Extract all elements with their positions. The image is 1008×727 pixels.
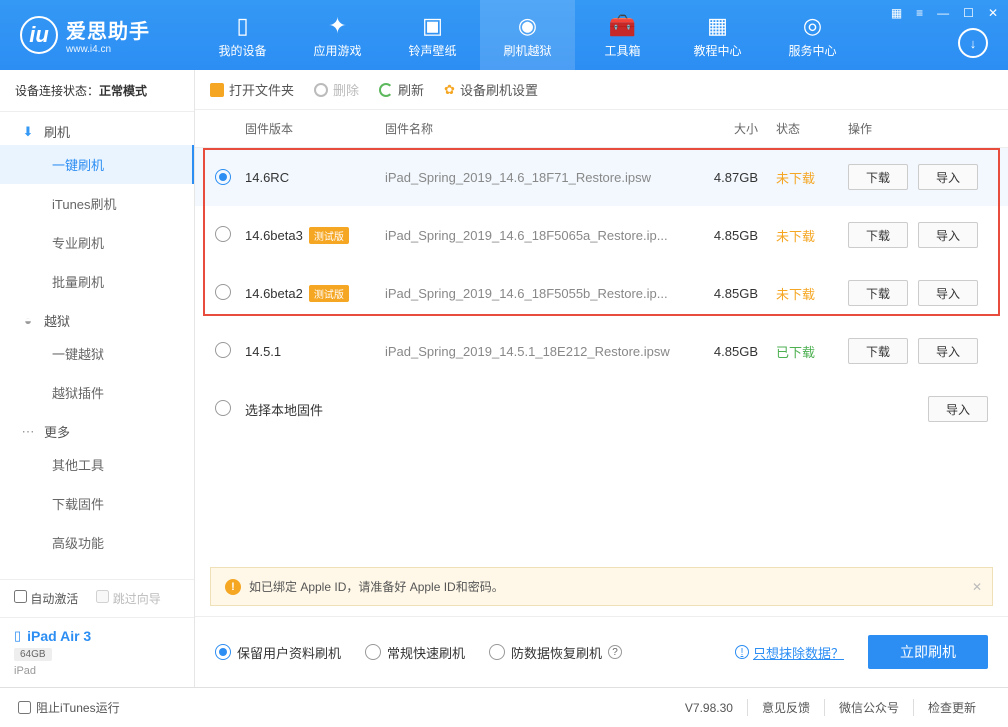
toolbox-icon: 🧰	[609, 12, 636, 40]
row-radio[interactable]	[215, 169, 231, 185]
book-icon: ▦	[707, 12, 728, 40]
nav-ringtones[interactable]: ▣铃声壁纸	[385, 0, 480, 70]
refresh-button[interactable]: 刷新	[379, 80, 424, 99]
version-label: V7.98.30	[671, 701, 747, 715]
folder-icon	[210, 83, 224, 97]
row-radio[interactable]	[215, 284, 231, 300]
opt-keep-data[interactable]: 保留用户资料刷机	[215, 643, 341, 662]
table-row[interactable]: 14.6beta3测试版 iPad_Spring_2019_14.6_18F50…	[195, 206, 1008, 264]
beta-badge: 测试版	[309, 227, 349, 244]
app-name: 爱思助手	[66, 15, 150, 44]
opt-anti-recovery[interactable]: 防数据恢复刷机?	[489, 643, 622, 662]
tablet-icon: ▯	[14, 628, 21, 644]
nav-service[interactable]: ◎服务中心	[765, 0, 860, 70]
beta-badge: 测试版	[309, 285, 349, 302]
sidebar-item-other-tools[interactable]: 其他工具	[0, 445, 194, 484]
sidebar-group-flash[interactable]: ⬇刷机	[0, 112, 194, 145]
music-icon: ▣	[422, 12, 443, 40]
wechat-link[interactable]: 微信公众号	[824, 699, 913, 716]
appstore-icon: ✦	[328, 12, 346, 40]
table-header: 固件版本 固件名称 大小 状态 操作	[195, 110, 1008, 148]
import-button[interactable]: 导入	[918, 338, 978, 364]
sidebar-item-oneclick-flash[interactable]: 一键刷机	[0, 145, 194, 184]
compass-icon: ◎	[803, 12, 822, 40]
nav-apps[interactable]: ✦应用游戏	[290, 0, 385, 70]
sidebar-item-oneclick-jb[interactable]: 一键越狱	[0, 334, 194, 373]
logo-icon: iu	[20, 16, 58, 54]
top-nav: ▯我的设备 ✦应用游戏 ▣铃声壁纸 ◉刷机越狱 🧰工具箱 ▦教程中心 ◎服务中心	[195, 0, 1008, 70]
sidebar-group-more[interactable]: ⋯更多	[0, 412, 194, 445]
sidebar-group-jailbreak[interactable]: ◒越狱	[0, 301, 194, 334]
download-button[interactable]: 下载	[848, 280, 908, 306]
table-row[interactable]: 14.6RC iPad_Spring_2019_14.6_18F71_Resto…	[195, 148, 1008, 206]
feedback-link[interactable]: 意见反馈	[747, 699, 824, 716]
import-button[interactable]: 导入	[918, 222, 978, 248]
row-radio[interactable]	[215, 342, 231, 358]
download-button[interactable]: ↓	[958, 28, 988, 58]
notice-close-button[interactable]: ✕	[972, 580, 982, 594]
auto-activate-checkbox[interactable]: 自动激活	[14, 590, 78, 607]
table-row[interactable]: 14.5.1 iPad_Spring_2019_14.5.1_18E212_Re…	[195, 322, 1008, 380]
info-icon: !	[735, 645, 749, 659]
flash-options: 保留用户资料刷机 常规快速刷机 防数据恢复刷机? !只想抹除数据？ 立即刷机	[195, 616, 1008, 687]
firmware-list: 14.6RC iPad_Spring_2019_14.6_18F71_Resto…	[195, 148, 1008, 438]
maximize-icon[interactable]: ☐	[961, 4, 976, 22]
help-icon[interactable]: ?	[608, 645, 622, 659]
shield-icon: ◒	[20, 313, 36, 329]
close-icon[interactable]: ✕	[986, 4, 1000, 22]
refresh-icon	[379, 83, 393, 97]
nav-toolbox[interactable]: 🧰工具箱	[575, 0, 670, 70]
sidebar-item-advanced[interactable]: 高级功能	[0, 523, 194, 562]
gift-icon[interactable]: ▦	[889, 4, 904, 22]
nav-flash-jailbreak[interactable]: ◉刷机越狱	[480, 0, 575, 70]
notice-bar: ! 如已绑定 Apple ID，请准备好 Apple ID和密码。 ✕	[210, 567, 993, 606]
toolbar: 打开文件夹 删除 刷新 ✿设备刷机设置	[195, 70, 1008, 110]
sidebar-item-itunes-flash[interactable]: iTunes刷机	[0, 184, 194, 223]
delete-button[interactable]: 删除	[314, 80, 359, 99]
erase-data-link[interactable]: !只想抹除数据？	[735, 643, 844, 662]
key-icon: ◉	[518, 12, 537, 40]
flash-settings-button[interactable]: ✿设备刷机设置	[444, 80, 538, 99]
download-button[interactable]: 下载	[848, 164, 908, 190]
opt-normal-flash[interactable]: 常规快速刷机	[365, 643, 465, 662]
gear-icon: ✿	[444, 82, 455, 98]
local-firmware-row[interactable]: 选择本地固件 导入	[195, 380, 1008, 438]
device-card[interactable]: ▯ iPad Air 3 64GB iPad	[0, 617, 194, 687]
import-button[interactable]: 导入	[928, 396, 988, 422]
import-button[interactable]: 导入	[918, 280, 978, 306]
window-controls: ▦ ≡ — ☐ ✕	[889, 4, 1000, 22]
check-update-link[interactable]: 检查更新	[913, 699, 990, 716]
block-itunes-checkbox[interactable]: 阻止iTunes运行	[18, 699, 120, 716]
download-button[interactable]: 下载	[848, 222, 908, 248]
sidebar-item-download-fw[interactable]: 下载固件	[0, 484, 194, 523]
sidebar-item-pro-flash[interactable]: 专业刷机	[0, 223, 194, 262]
sidebar-item-jb-plugins[interactable]: 越狱插件	[0, 373, 194, 412]
connection-status: 设备连接状态：正常模式	[0, 70, 194, 112]
delete-icon	[314, 83, 328, 97]
open-folder-button[interactable]: 打开文件夹	[210, 80, 294, 99]
nav-tutorials[interactable]: ▦教程中心	[670, 0, 765, 70]
warning-icon: !	[225, 579, 241, 595]
footer: 阻止iTunes运行 V7.98.30 意见反馈 微信公众号 检查更新	[0, 687, 1008, 727]
main-panel: 打开文件夹 删除 刷新 ✿设备刷机设置 固件版本 固件名称 大小 状态 操作 1…	[195, 70, 1008, 687]
app-logo: iu 爱思助手 www.i4.cn	[0, 15, 195, 55]
row-radio[interactable]	[215, 400, 231, 416]
flash-icon: ⬇	[20, 124, 36, 140]
storage-badge: 64GB	[14, 648, 52, 661]
more-icon: ⋯	[20, 424, 36, 440]
sidebar: 设备连接状态：正常模式 ⬇刷机 一键刷机 iTunes刷机 专业刷机 批量刷机 …	[0, 70, 195, 687]
sidebar-item-batch-flash[interactable]: 批量刷机	[0, 262, 194, 301]
app-site: www.i4.cn	[66, 44, 150, 55]
titlebar: iu 爱思助手 www.i4.cn ▯我的设备 ✦应用游戏 ▣铃声壁纸 ◉刷机越…	[0, 0, 1008, 70]
menu-icon[interactable]: ≡	[914, 4, 925, 22]
skip-guide-checkbox[interactable]: 跳过向导	[96, 590, 160, 607]
download-button[interactable]: 下载	[848, 338, 908, 364]
nav-my-device[interactable]: ▯我的设备	[195, 0, 290, 70]
row-radio[interactable]	[215, 226, 231, 242]
flash-now-button[interactable]: 立即刷机	[868, 635, 988, 669]
import-button[interactable]: 导入	[918, 164, 978, 190]
table-row[interactable]: 14.6beta2测试版 iPad_Spring_2019_14.6_18F50…	[195, 264, 1008, 322]
minimize-icon[interactable]: —	[935, 4, 951, 22]
phone-icon: ▯	[236, 12, 248, 40]
